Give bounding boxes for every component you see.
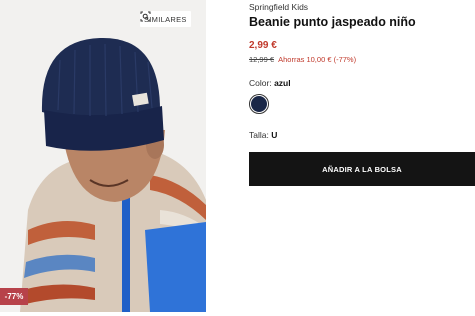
color-swatch-azul[interactable] bbox=[249, 94, 269, 114]
original-price: 12,99 € bbox=[249, 55, 275, 64]
color-label: Color: bbox=[249, 78, 272, 88]
current-price: 2,99 € bbox=[249, 40, 277, 51]
selected-size[interactable]: U bbox=[271, 130, 277, 140]
product-title: Beanie punto jaspeado niño bbox=[249, 15, 416, 29]
product-photo bbox=[0, 0, 206, 312]
price-details: 12,99 € Ahorras 10,00 € (-77%) bbox=[249, 55, 356, 64]
size-label: Talla: bbox=[249, 130, 269, 140]
savings-text: Ahorras 10,00 € (-77%) bbox=[278, 55, 357, 64]
selected-color-name: azul bbox=[274, 78, 291, 88]
color-selector-label: Color: azul bbox=[249, 78, 291, 88]
similar-items-button[interactable]: SIMILARES bbox=[140, 11, 191, 27]
product-image[interactable]: SIMILARES -77% bbox=[0, 0, 206, 312]
color-swatch-fill bbox=[251, 96, 267, 112]
add-to-bag-button[interactable]: AÑADIR A LA BOLSA bbox=[249, 152, 475, 186]
product-brand[interactable]: Springfield Kids bbox=[249, 2, 308, 12]
visual-search-icon bbox=[140, 11, 151, 22]
size-selector-label: Talla: U bbox=[249, 130, 277, 140]
discount-badge: -77% bbox=[0, 288, 28, 305]
